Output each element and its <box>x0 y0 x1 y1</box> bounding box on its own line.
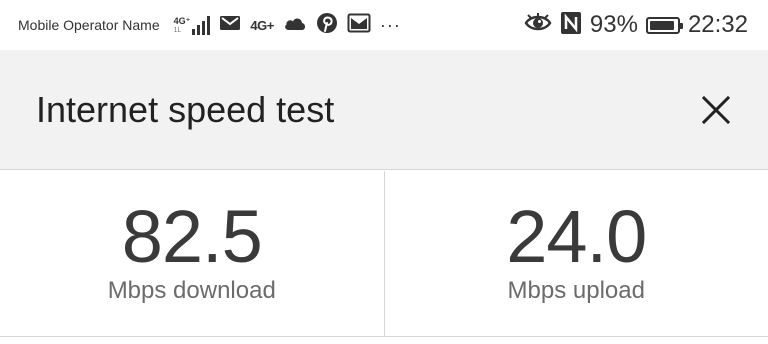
close-icon <box>701 95 731 124</box>
network-type-sub: 1L <box>173 27 182 34</box>
status-icons-right: 93% 22:32 <box>524 11 748 40</box>
status-icons-left: 4G⁺ 1L 4G+ ··· <box>174 12 401 39</box>
operator-name: Mobile Operator Name <box>18 17 160 33</box>
close-button[interactable] <box>692 86 740 134</box>
cell-signal-group: 4G⁺ 1L <box>174 15 211 35</box>
eye-icon <box>524 12 552 38</box>
download-speed-label: Mbps download <box>107 277 276 304</box>
upload-speed-value: 24.0 <box>506 195 647 278</box>
network-type-main: 4G⁺ <box>173 16 191 26</box>
upload-result: 24.0 Mbps upload <box>383 171 768 336</box>
speed-results: 82.5 Mbps download 24.0 Mbps upload <box>0 171 768 337</box>
pinterest-icon <box>316 12 338 39</box>
download-speed-value: 82.5 <box>121 195 263 278</box>
page-title: Internet speed test <box>36 88 335 130</box>
clock: 22:32 <box>687 11 748 38</box>
network-type-label: 4G⁺ 1L <box>174 17 191 35</box>
signal-icon <box>192 15 211 35</box>
cloud-icon <box>283 15 307 36</box>
overflow-indicator: ··· <box>379 15 401 35</box>
nfc-icon <box>560 11 582 40</box>
battery-icon <box>645 16 683 34</box>
download-result: 82.5 Mbps download <box>0 171 384 336</box>
battery-level-fill <box>649 20 675 30</box>
mail-icon <box>219 14 241 37</box>
network-type-secondary: 4G+ <box>250 17 274 33</box>
app-bar: Internet speed test <box>0 50 768 170</box>
upload-speed-label: Mbps upload <box>507 277 645 304</box>
battery-percent: 93% <box>589 11 638 38</box>
status-bar: Mobile Operator Name 4G⁺ 1L 4G+ ··· 93% … <box>0 0 768 50</box>
mail-icon <box>347 13 371 38</box>
